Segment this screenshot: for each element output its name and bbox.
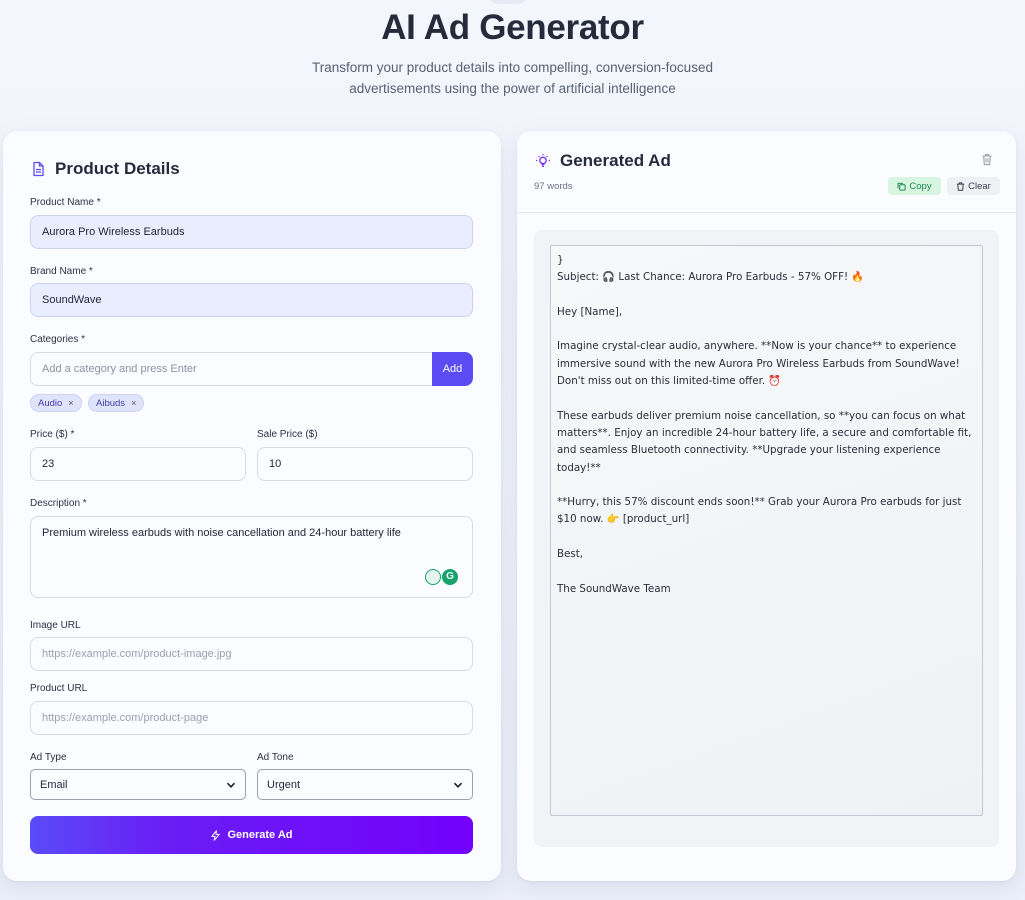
chevron-down-icon: [453, 782, 463, 788]
product-name-label: Product Name *: [30, 197, 101, 208]
copy-button[interactable]: Copy: [888, 177, 941, 195]
generate-ad-label: Generate Ad: [227, 829, 293, 841]
clear-label: Clear: [968, 180, 991, 192]
page-subtitle: Transform your product details into comp…: [312, 60, 713, 96]
trash-icon[interactable]: [981, 153, 993, 166]
ad-type-select[interactable]: Email: [30, 769, 246, 800]
ad-tone-label: Ad Tone: [257, 752, 294, 763]
category-tag: Aibuds ×: [88, 394, 145, 412]
product-name-input[interactable]: Aurora Pro Wireless Earbuds: [30, 215, 473, 249]
product-details-title: Product Details: [55, 159, 180, 178]
generated-ad-card: Generated Ad 97 words Copy Clear } Subje…: [517, 131, 1016, 881]
word-count: 97 words: [534, 181, 573, 192]
top-decoration: [487, 0, 529, 4]
page-title: AI Ad Generator: [381, 8, 644, 47]
product-details-header: Product Details: [30, 159, 180, 179]
price-label: Price ($) *: [30, 429, 75, 440]
lightbulb-icon: [536, 154, 550, 167]
document-icon: [33, 161, 44, 177]
ad-tone-value: Urgent: [267, 778, 301, 791]
image-url-input[interactable]: https://example.com/product-image.jpg: [30, 637, 473, 671]
sale-price-label: Sale Price ($): [257, 429, 318, 440]
ad-type-value: Email: [40, 778, 68, 791]
sale-price-input[interactable]: 10: [257, 447, 473, 481]
price-input[interactable]: 23: [30, 447, 246, 481]
generate-ad-button[interactable]: Generate Ad: [30, 816, 473, 854]
description-text: Premium wireless earbuds with noise canc…: [42, 527, 401, 539]
brand-name-input[interactable]: SoundWave: [30, 283, 473, 317]
remove-tag-icon[interactable]: ×: [68, 398, 73, 408]
product-url-label: Product URL: [30, 683, 88, 694]
header-divider: [517, 212, 1016, 213]
trash-icon: [957, 181, 965, 191]
chevron-down-icon: [226, 782, 236, 788]
grammar-assistant[interactable]: G: [424, 569, 458, 585]
category-tag-label: Audio: [38, 397, 63, 409]
description-textarea[interactable]: Premium wireless earbuds with noise canc…: [30, 516, 473, 598]
description-label: Description *: [30, 498, 87, 509]
generated-ad-header: Generated Ad: [535, 151, 671, 171]
product-url-input[interactable]: https://example.com/product-page: [30, 701, 473, 735]
copy-label: Copy: [909, 180, 932, 192]
grammarly-icon[interactable]: G: [442, 569, 458, 585]
brand-name-label: Brand Name *: [30, 266, 93, 277]
generated-ad-textarea[interactable]: } Subject: 🎧 Last Chance: Aurora Pro Ear…: [550, 245, 983, 816]
add-category-button[interactable]: Add: [432, 352, 473, 386]
category-tag: Audio ×: [30, 394, 82, 412]
output-container: } Subject: 🎧 Last Chance: Aurora Pro Ear…: [534, 230, 999, 847]
clear-button[interactable]: Clear: [947, 177, 1000, 195]
lightning-icon: [211, 829, 221, 841]
copy-icon: [897, 182, 907, 191]
ad-type-label: Ad Type: [30, 752, 67, 763]
ad-tone-select[interactable]: Urgent: [257, 769, 473, 800]
image-url-label: Image URL: [30, 620, 81, 631]
category-tag-label: Aibuds: [96, 397, 126, 409]
category-input[interactable]: Add a category and press Enter: [30, 352, 433, 386]
suggestion-icon[interactable]: [425, 569, 441, 585]
remove-tag-icon[interactable]: ×: [131, 398, 136, 408]
categories-label: Categories *: [30, 334, 86, 345]
product-details-card: Product Details Product Name * Aurora Pr…: [3, 131, 501, 881]
generated-ad-title: Generated Ad: [560, 151, 671, 170]
